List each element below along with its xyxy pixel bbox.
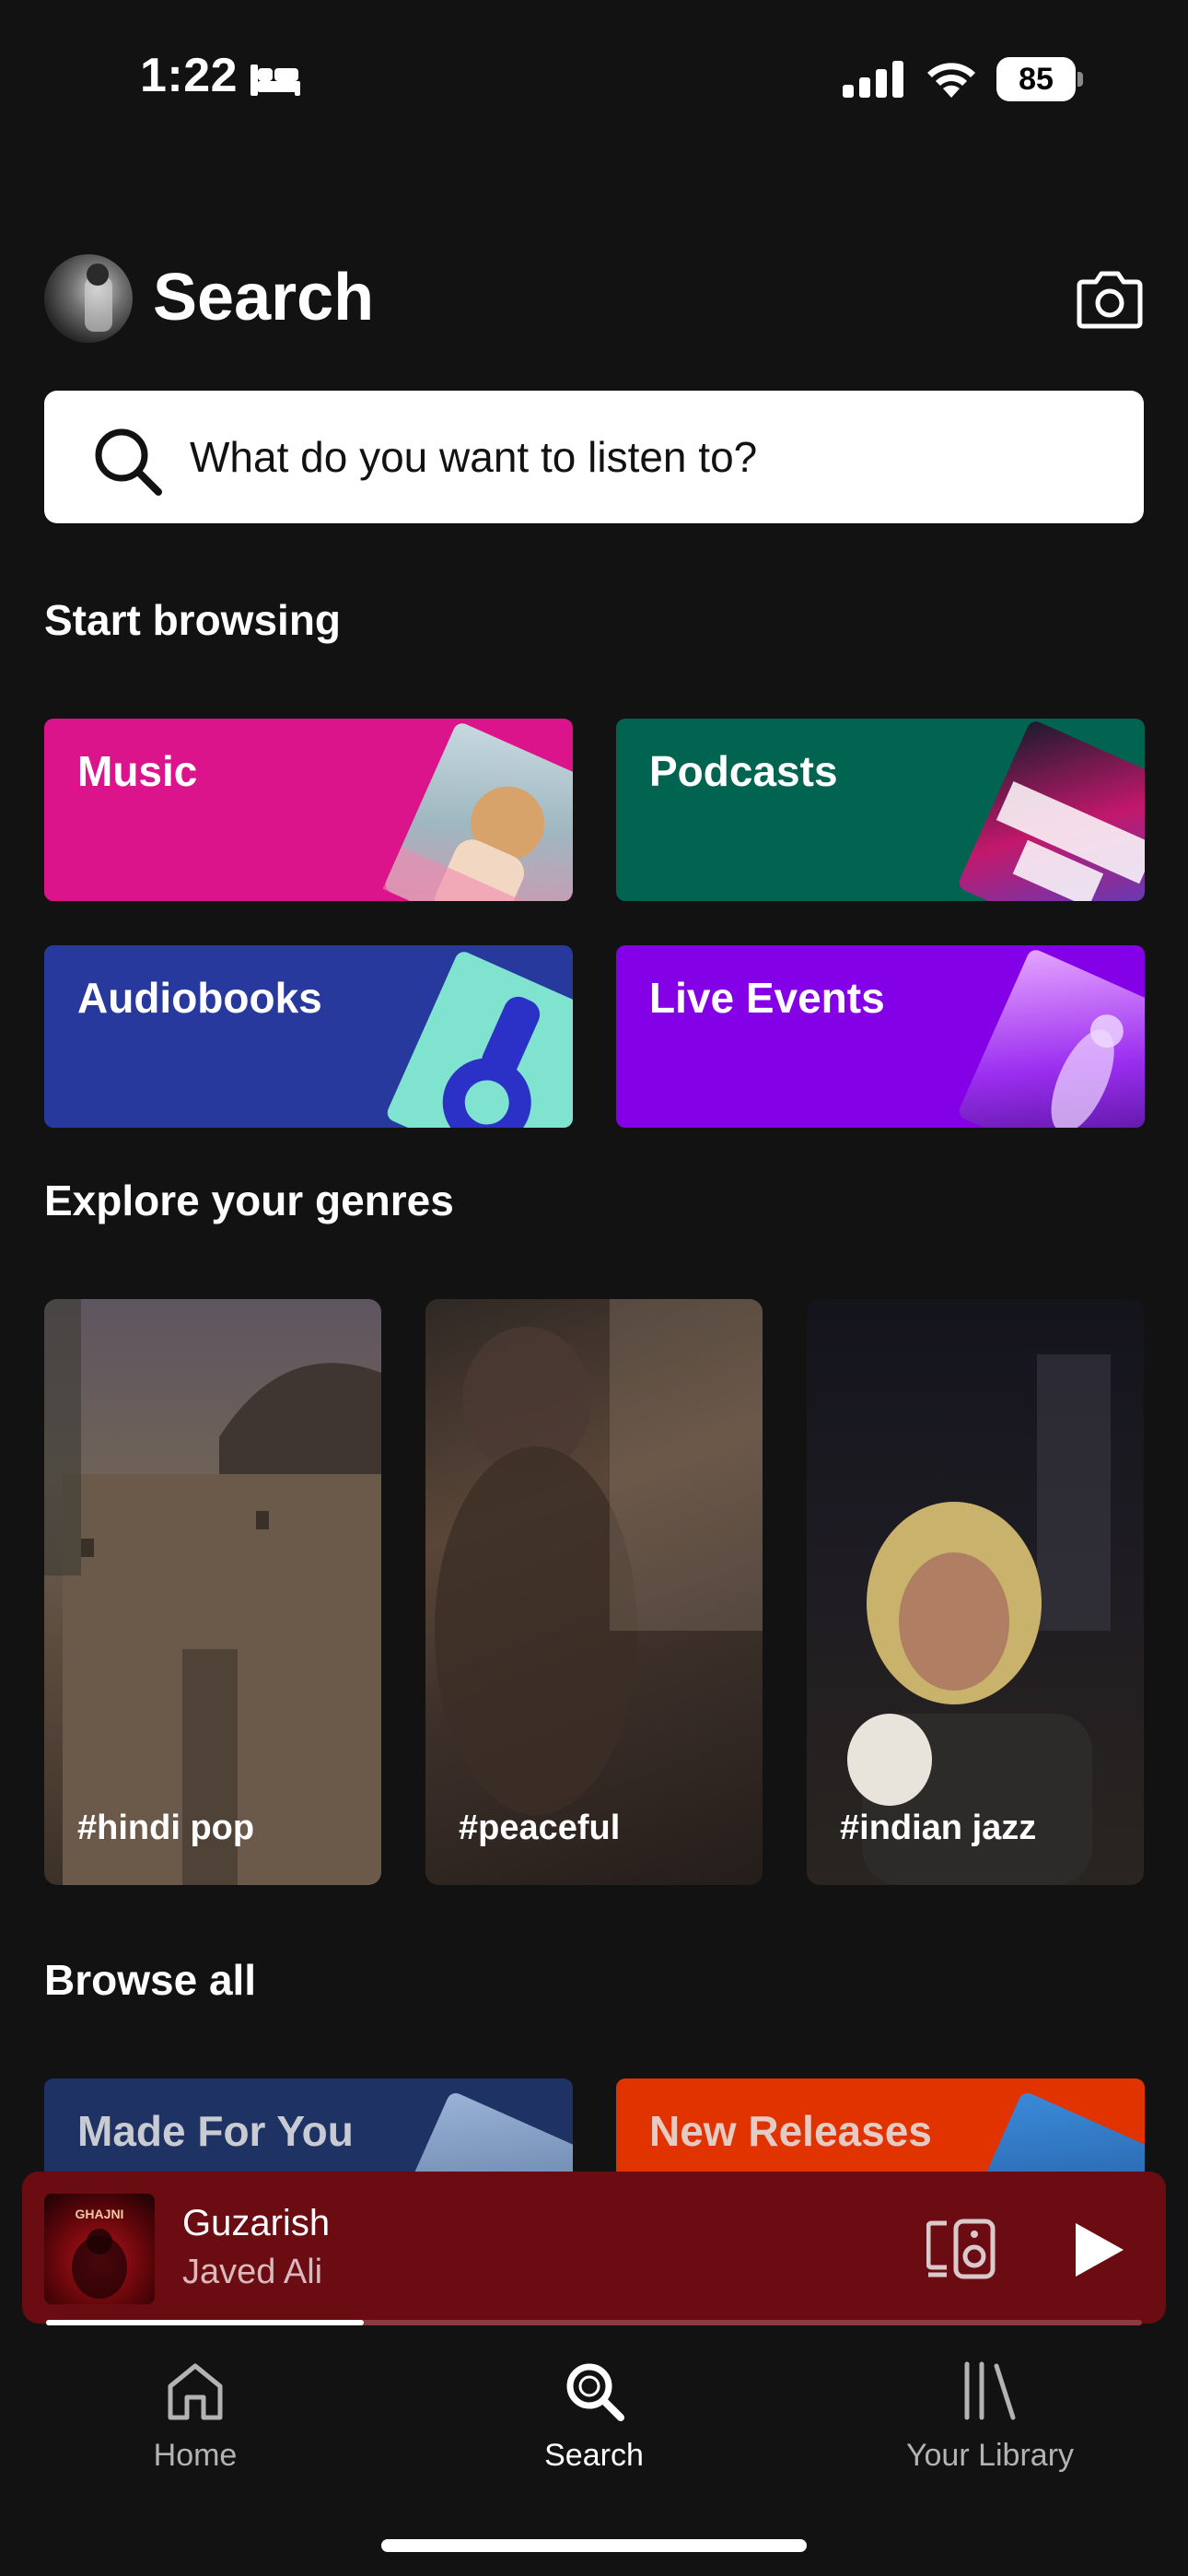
- camera-icon[interactable]: [1074, 269, 1146, 330]
- search-placeholder: What do you want to listen to?: [190, 433, 758, 481]
- track-artist: Javed Ali: [182, 2253, 323, 2291]
- battery-icon: 85: [996, 57, 1085, 101]
- search-icon: [95, 428, 162, 496]
- wifi-icon: [927, 63, 975, 98]
- audiobooks-tile-art: [384, 949, 573, 1128]
- podcasts-tile-art: [956, 719, 1145, 901]
- album-art: GHAJNI: [44, 2194, 155, 2304]
- home-indicator: [381, 2539, 807, 2552]
- explore-genres-heading: Explore your genres: [44, 1177, 454, 1224]
- audiobooks-tile-label: Audiobooks: [77, 974, 322, 1022]
- start-browsing-heading: Start browsing: [44, 596, 342, 644]
- music-tile-art: [382, 720, 573, 901]
- signal-icon: [843, 61, 903, 98]
- live-events-tile-art: [956, 947, 1145, 1128]
- search-input[interactable]: What do you want to listen to?: [44, 391, 1144, 523]
- music-tile[interactable]: Music: [44, 719, 573, 901]
- battery-level: 85: [1019, 62, 1054, 97]
- live-events-tile[interactable]: Live Events: [616, 945, 1145, 1128]
- library-icon: [964, 2361, 1016, 2420]
- nav-library-label: Your Library: [905, 2438, 1075, 2473]
- music-tile-label: Music: [77, 747, 198, 795]
- play-button[interactable]: [1065, 2218, 1129, 2282]
- nav-home[interactable]: Home: [57, 2359, 333, 2497]
- progress-fill: [46, 2320, 365, 2325]
- nav-home-label: Home: [153, 2438, 238, 2473]
- genre-card-label: #hindi pop: [77, 1809, 255, 1847]
- home-icon: [168, 2363, 223, 2420]
- page-title: Search: [153, 261, 375, 334]
- nav-search[interactable]: Search: [456, 2359, 732, 2497]
- nav-library[interactable]: Your Library: [852, 2359, 1128, 2497]
- status-time: 1:22: [140, 49, 239, 102]
- podcasts-tile[interactable]: Podcasts: [616, 719, 1145, 901]
- genre-card-peaceful[interactable]: #peaceful: [425, 1299, 763, 1885]
- mini-player[interactable]: GHAJNI Guzarish Javed Ali: [22, 2172, 1166, 2324]
- track-title: Guzarish: [182, 2203, 331, 2243]
- devices-icon[interactable]: [926, 2218, 996, 2280]
- genre-card-indian-jazz[interactable]: #indian jazz: [807, 1299, 1144, 1885]
- new-releases-label: New Releases: [649, 2107, 932, 2155]
- genre-card-label: #peaceful: [459, 1809, 621, 1847]
- browse-all-heading: Browse all: [44, 1956, 257, 2004]
- live-events-tile-label: Live Events: [649, 974, 885, 1022]
- search-icon: [566, 2363, 624, 2421]
- podcasts-tile-label: Podcasts: [649, 747, 838, 795]
- genre-card-label: #indian jazz: [840, 1809, 1037, 1847]
- bed-icon: [250, 64, 300, 96]
- genre-card-hindi-pop[interactable]: #hindi pop: [44, 1299, 381, 1885]
- made-for-you-label: Made For You: [77, 2107, 354, 2155]
- nav-search-label: Search: [544, 2438, 644, 2473]
- audiobooks-tile[interactable]: Audiobooks: [44, 945, 573, 1128]
- avatar[interactable]: [44, 254, 133, 343]
